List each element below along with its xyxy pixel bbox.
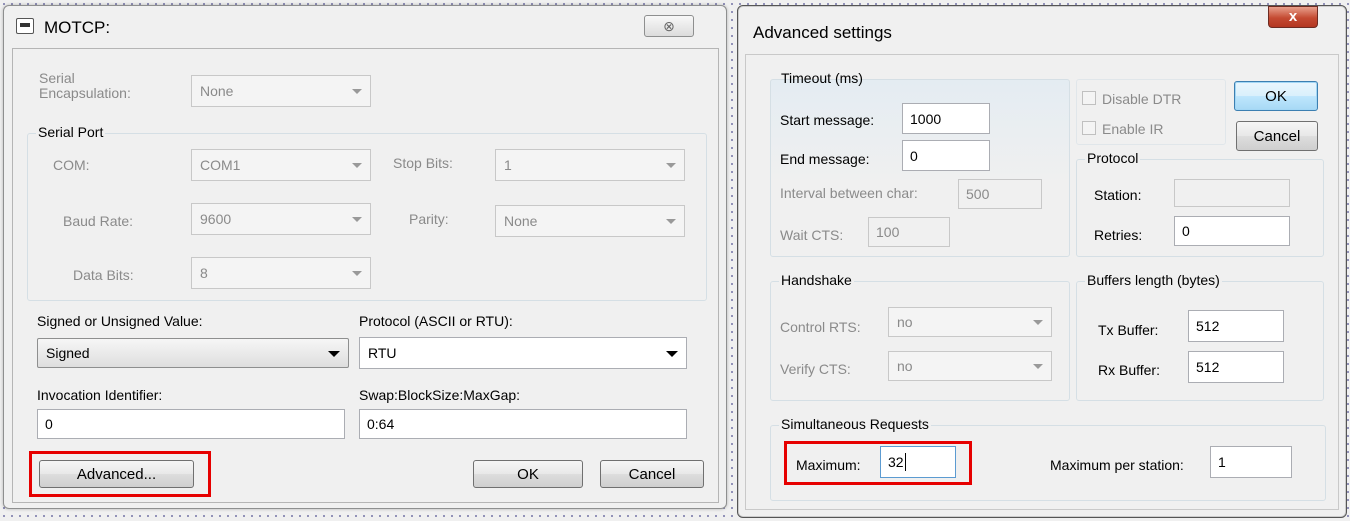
signed-value: Signed <box>46 345 90 361</box>
simultaneous-group-title: Simultaneous Requests <box>779 416 931 432</box>
maximum-input[interactable]: 32 <box>880 446 956 478</box>
window-menu-icon[interactable] <box>16 18 34 34</box>
stop-bits-label: Stop Bits: <box>393 155 453 171</box>
per-station-input[interactable]: 1 <box>1210 446 1292 478</box>
control-rts-value: no <box>897 314 913 330</box>
advanced-close-button[interactable]: x <box>1268 6 1318 28</box>
parity-value: None <box>504 213 538 229</box>
wait-cts-label: Wait CTS: <box>780 227 844 243</box>
swap-input[interactable]: 0:64 <box>359 409 687 439</box>
serial-encapsulation-select[interactable]: None <box>191 75 371 107</box>
baud-rate-value: 9600 <box>200 211 232 227</box>
cancel-button[interactable]: Cancel <box>600 460 704 488</box>
parity-label: Parity: <box>409 211 449 227</box>
invocation-input[interactable]: 0 <box>37 409 345 439</box>
retries-label: Retries: <box>1094 227 1143 243</box>
per-station-label: Maximum per station: <box>1050 457 1184 473</box>
maximum-label: Maximum: <box>796 457 861 473</box>
chevron-down-icon <box>1033 320 1043 325</box>
buffers-group-title: Buffers length (bytes) <box>1085 272 1222 288</box>
signed-select[interactable]: Signed <box>37 338 349 368</box>
enable-ir-label: Enable IR <box>1102 121 1164 137</box>
protocol-select[interactable]: RTU <box>359 337 687 369</box>
handshake-group-title: Handshake <box>779 272 854 288</box>
protocol-label: Protocol (ASCII or RTU): <box>359 313 513 329</box>
start-message-input[interactable]: 1000 <box>902 103 990 134</box>
data-bits-select[interactable]: 8 <box>191 257 371 289</box>
advanced-ok-button[interactable]: OK <box>1234 81 1318 111</box>
start-message-label: Start message: <box>780 112 875 128</box>
timeout-group-title: Timeout (ms) <box>781 70 863 86</box>
enable-ir-checkbox[interactable] <box>1082 121 1096 135</box>
disable-dtr-label: Disable DTR <box>1102 91 1182 107</box>
interval-input[interactable]: 500 <box>958 179 1042 209</box>
disable-dtr-checkbox[interactable] <box>1082 91 1096 105</box>
verify-cts-select[interactable]: no <box>888 351 1052 381</box>
text-caret <box>904 453 906 471</box>
motcp-title-bar[interactable]: MOTCP: ⊗ <box>4 6 726 46</box>
advanced-settings-dialog: Advanced settings x Timeout (ms) Start m… <box>737 5 1347 518</box>
verify-cts-label: Verify CTS: <box>780 361 851 377</box>
rx-buffer-input[interactable]: 512 <box>1188 351 1284 383</box>
ok-button[interactable]: OK <box>473 460 583 488</box>
advanced-client-area: Timeout (ms) Start message: 1000 End mes… <box>745 54 1339 510</box>
rx-buffer-label: Rx Buffer: <box>1098 362 1160 378</box>
baud-rate-select[interactable]: 9600 <box>191 203 371 235</box>
parity-select[interactable]: None <box>495 205 685 237</box>
com-value: COM1 <box>200 157 241 173</box>
maximum-value: 32 <box>888 454 904 470</box>
invocation-label: Invocation Identifier: <box>37 387 163 403</box>
advanced-title: Advanced settings <box>753 23 892 42</box>
close-icon: ⊗ <box>663 18 675 34</box>
chevron-down-icon <box>328 351 340 357</box>
serial-port-group-title: Serial Port <box>36 124 106 140</box>
signed-label: Signed or Unsigned Value: <box>37 313 203 329</box>
tx-buffer-input[interactable]: 512 <box>1188 310 1284 342</box>
end-message-label: End message: <box>780 151 870 167</box>
chevron-down-icon <box>666 351 678 357</box>
motcp-title: MOTCP: <box>44 18 111 37</box>
verify-cts-value: no <box>897 358 913 374</box>
swap-label: Swap:BlockSize:MaxGap: <box>359 387 521 403</box>
control-rts-label: Control RTS: <box>780 319 861 335</box>
advanced-cancel-button[interactable]: Cancel <box>1236 121 1318 151</box>
motcp-dialog: MOTCP: ⊗ Serial Encapsulation: None Seri… <box>3 5 727 509</box>
handshake-group: Handshake <box>770 272 1070 401</box>
chevron-down-icon <box>1033 364 1043 369</box>
chevron-down-icon <box>352 217 362 222</box>
chevron-down-icon <box>666 219 676 224</box>
stop-bits-select[interactable]: 1 <box>495 149 685 181</box>
tx-buffer-label: Tx Buffer: <box>1098 322 1159 338</box>
serial-encapsulation-label-line1: Serial <box>39 70 75 86</box>
chevron-down-icon <box>352 163 362 168</box>
control-rts-select[interactable]: no <box>888 307 1052 337</box>
serial-encapsulation-label: Serial Encapsulation: <box>39 71 131 101</box>
serial-encapsulation-value: None <box>200 83 234 99</box>
close-icon: x <box>1288 8 1298 25</box>
protocol-value: RTU <box>368 345 397 361</box>
protocol-group-title: Protocol <box>1085 150 1141 166</box>
com-label: COM: <box>53 157 90 173</box>
end-message-input[interactable]: 0 <box>902 140 990 171</box>
stop-bits-value: 1 <box>504 157 512 173</box>
baud-rate-label: Baud Rate: <box>63 213 134 229</box>
com-select[interactable]: COM1 <box>191 149 371 181</box>
data-bits-label: Data Bits: <box>73 267 134 283</box>
station-input[interactable] <box>1174 179 1290 207</box>
data-bits-value: 8 <box>200 265 208 281</box>
interval-label: Interval between char: <box>780 185 918 201</box>
wait-cts-input[interactable]: 100 <box>868 217 950 247</box>
advanced-title-bar[interactable]: Advanced settings x <box>738 6 1346 46</box>
serial-encapsulation-label-line2: Encapsulation: <box>39 85 131 101</box>
advanced-button[interactable]: Advanced... <box>39 460 194 488</box>
motcp-close-button[interactable]: ⊗ <box>644 15 694 37</box>
retries-input[interactable]: 0 <box>1174 216 1290 246</box>
chevron-down-icon <box>352 271 362 276</box>
chevron-down-icon <box>666 163 676 168</box>
motcp-client-area: Serial Encapsulation: None Serial Port C… <box>12 48 719 503</box>
station-label: Station: <box>1094 187 1142 203</box>
chevron-down-icon <box>352 89 362 94</box>
